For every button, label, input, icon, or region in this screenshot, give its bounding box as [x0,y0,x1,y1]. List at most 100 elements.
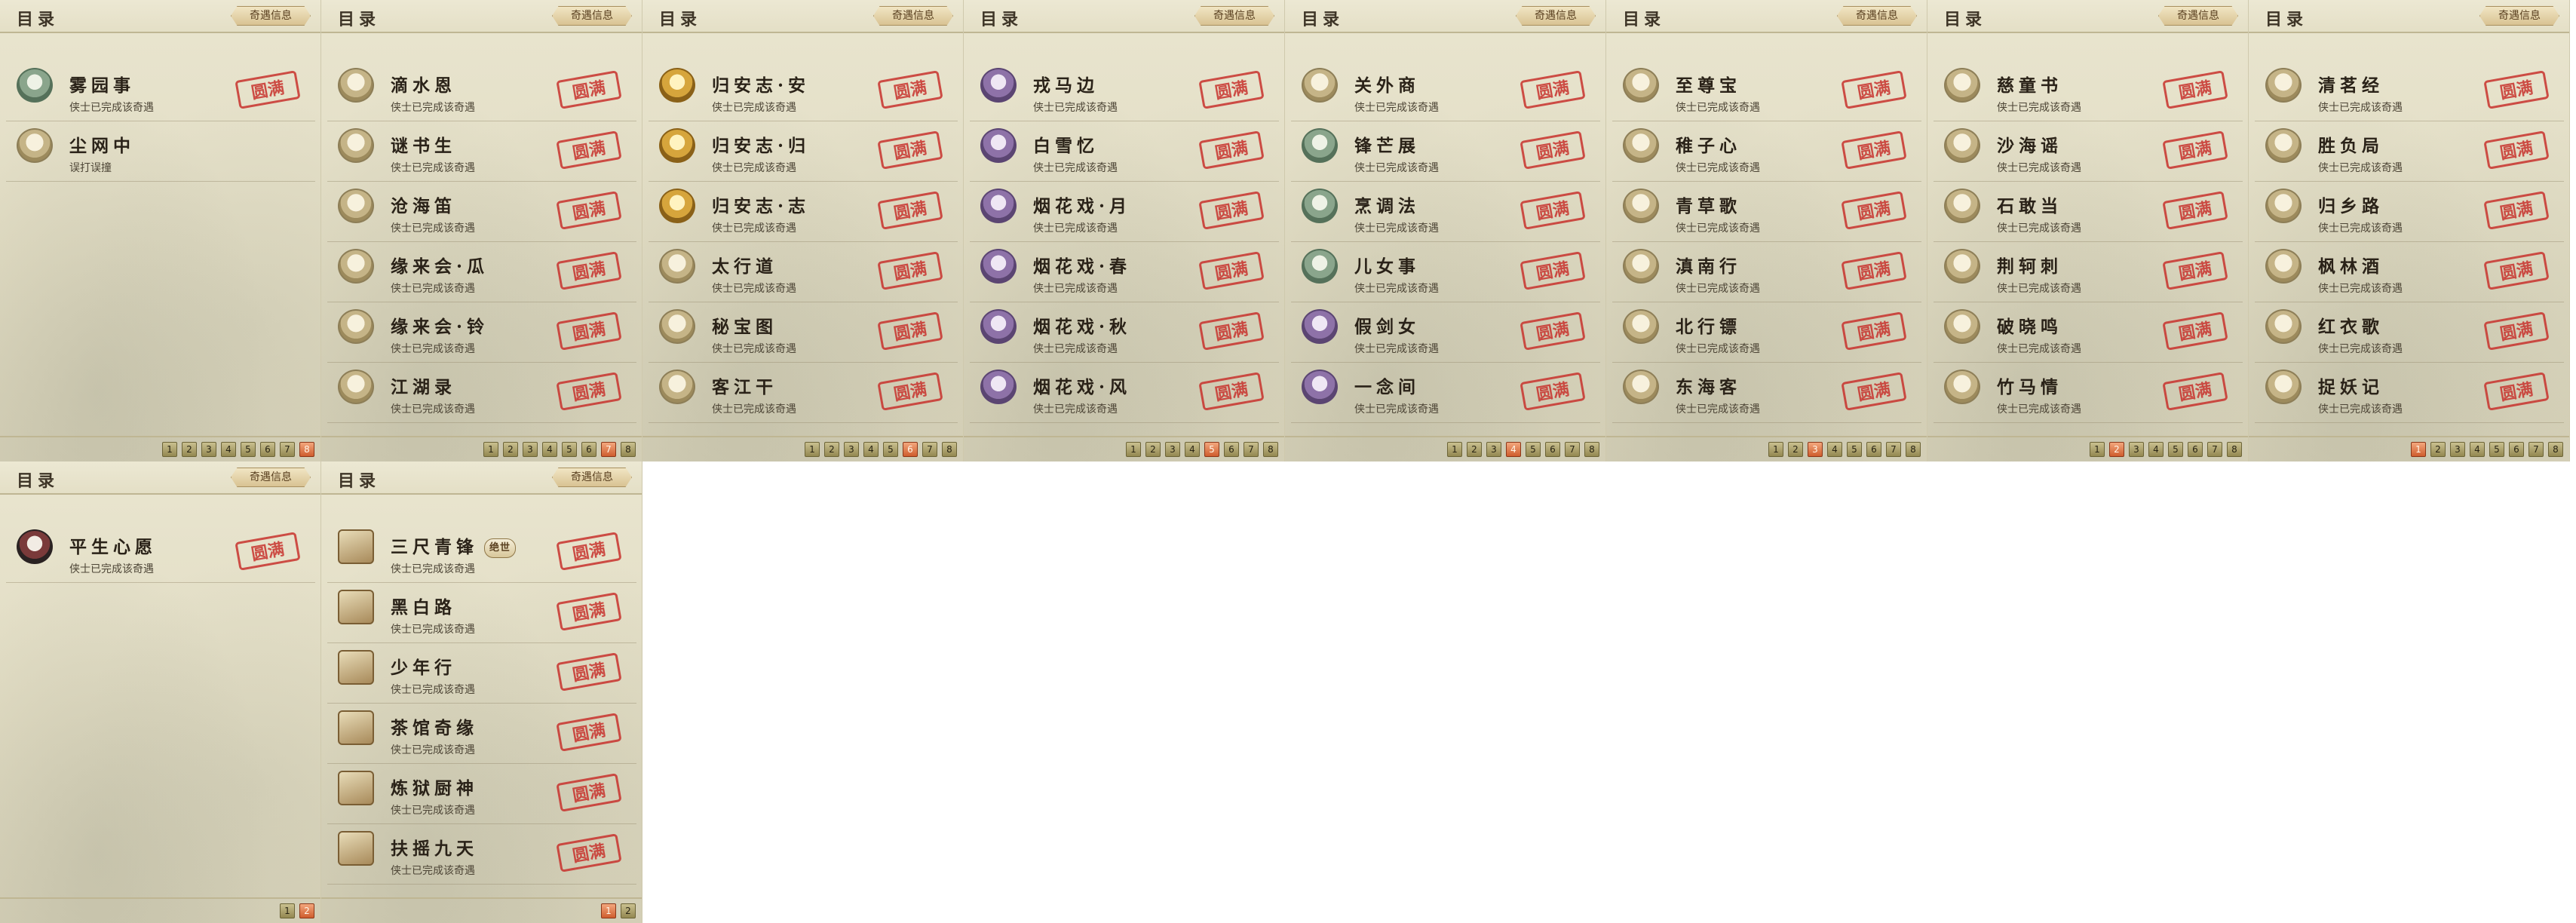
encounter-list-item[interactable]: 清茗经 侠士已完成该奇遇 圆满 [2255,60,2564,121]
encounter-info-button[interactable]: 奇遇信息 [2158,6,2238,26]
page-button[interactable]: 2 [1467,442,1482,457]
encounter-list-item[interactable]: 少年行 侠士已完成该奇遇 圆满 [327,642,636,704]
page-button[interactable]: 1 [1447,442,1462,457]
page-button[interactable]: 7 [280,442,295,457]
page-button[interactable]: 1 [1126,442,1141,457]
page-button[interactable]: 4 [221,442,236,457]
page-button[interactable]: 2 [824,442,839,457]
page-button[interactable]: 7 [601,442,616,457]
page-button[interactable]: 5 [562,442,577,457]
page-button[interactable]: 3 [1808,442,1823,457]
encounter-list-item[interactable]: 烟花戏·风 侠士已完成该奇遇 圆满 [970,362,1279,423]
page-button[interactable]: 4 [1506,442,1521,457]
page-button[interactable]: 6 [1224,442,1239,457]
page-button[interactable]: 5 [1526,442,1541,457]
page-button[interactable]: 4 [863,442,879,457]
page-button[interactable]: 3 [523,442,538,457]
encounter-list-item[interactable]: 捉妖记 侠士已完成该奇遇 圆满 [2255,362,2564,423]
encounter-info-button[interactable]: 奇遇信息 [552,6,632,26]
page-button[interactable]: 5 [1847,442,1862,457]
encounter-list-item[interactable]: 平生心愿 侠士已完成该奇遇 圆满 [6,522,315,583]
page-button[interactable]: 3 [844,442,859,457]
page-button[interactable]: 5 [883,442,898,457]
encounter-list-item[interactable]: 沙海谣 侠士已完成该奇遇 圆满 [1934,121,2243,182]
encounter-list-item[interactable]: 太行道 侠士已完成该奇遇 圆满 [649,241,958,302]
encounter-list-item[interactable]: 黑白路 侠士已完成该奇遇 圆满 [327,582,636,643]
page-button[interactable]: 8 [2548,442,2563,457]
encounter-list-item[interactable]: 炼狱厨神 侠士已完成该奇遇 圆满 [327,763,636,824]
page-button[interactable]: 3 [2450,442,2465,457]
page-button[interactable]: 8 [1263,442,1278,457]
encounter-list-item[interactable]: 谜书生 侠士已完成该奇遇 圆满 [327,121,636,182]
encounter-list-item[interactable]: 东海客 侠士已完成该奇遇 圆满 [1612,362,1921,423]
encounter-list-item[interactable]: 枫林酒 侠士已完成该奇遇 圆满 [2255,241,2564,302]
page-button[interactable]: 2 [503,442,518,457]
page-button[interactable]: 5 [2489,442,2504,457]
page-button[interactable]: 6 [581,442,596,457]
page-button[interactable]: 3 [1486,442,1501,457]
encounter-list-item[interactable]: 茶馆奇缘 侠士已完成该奇遇 圆满 [327,703,636,764]
encounter-list-item[interactable]: 雾园事 侠士已完成该奇遇 圆满 [6,60,315,121]
encounter-list-item[interactable]: 归乡路 侠士已完成该奇遇 圆满 [2255,181,2564,242]
page-button[interactable]: 4 [542,442,557,457]
page-button[interactable]: 7 [1886,442,1901,457]
encounter-list-item[interactable]: 归安志·归 侠士已完成该奇遇 圆满 [649,121,958,182]
encounter-list-item[interactable]: 关外商 侠士已完成该奇遇 圆满 [1291,60,1600,121]
encounter-info-button[interactable]: 奇遇信息 [2479,6,2559,26]
page-button[interactable]: 8 [2227,442,2242,457]
page-button[interactable]: 8 [1584,442,1599,457]
page-button[interactable]: 2 [621,903,636,918]
encounter-list-item[interactable]: 稚子心 侠士已完成该奇遇 圆满 [1612,121,1921,182]
page-button[interactable]: 4 [1185,442,1200,457]
page-button[interactable]: 6 [2188,442,2203,457]
encounter-list-item[interactable]: 烟花戏·春 侠士已完成该奇遇 圆满 [970,241,1279,302]
page-button[interactable]: 7 [922,442,937,457]
encounter-list-item[interactable]: 假剑女 侠士已完成该奇遇 圆满 [1291,302,1600,363]
page-button[interactable]: 1 [1768,442,1783,457]
encounter-list-item[interactable]: 客江干 侠士已完成该奇遇 圆满 [649,362,958,423]
page-button[interactable]: 5 [1204,442,1219,457]
page-button[interactable]: 1 [280,903,295,918]
encounter-list-item[interactable]: 秘宝图 侠士已完成该奇遇 圆满 [649,302,958,363]
page-button[interactable]: 5 [241,442,256,457]
page-button[interactable]: 2 [1145,442,1161,457]
encounter-list-item[interactable]: 江湖录 侠士已完成该奇遇 圆满 [327,362,636,423]
encounter-info-button[interactable]: 奇遇信息 [552,468,632,487]
page-button[interactable]: 1 [2411,442,2426,457]
encounter-list-item[interactable]: 烟花戏·秋 侠士已完成该奇遇 圆满 [970,302,1279,363]
encounter-list-item[interactable]: 北行镖 侠士已完成该奇遇 圆满 [1612,302,1921,363]
page-button[interactable]: 7 [2207,442,2222,457]
page-button[interactable]: 4 [2470,442,2485,457]
encounter-list-item[interactable]: 扶摇九天 侠士已完成该奇遇 圆满 [327,823,636,885]
page-button[interactable]: 6 [903,442,918,457]
encounter-list-item[interactable]: 至尊宝 侠士已完成该奇遇 圆满 [1612,60,1921,121]
encounter-list-item[interactable]: 归安志·安 侠士已完成该奇遇 圆满 [649,60,958,121]
page-button[interactable]: 2 [2430,442,2446,457]
encounter-list-item[interactable]: 缘来会·瓜 侠士已完成该奇遇 圆满 [327,241,636,302]
encounter-list-item[interactable]: 白雪忆 侠士已完成该奇遇 圆满 [970,121,1279,182]
page-button[interactable]: 6 [260,442,275,457]
encounter-list-item[interactable]: 滇南行 侠士已完成该奇遇 圆满 [1612,241,1921,302]
encounter-list-item[interactable]: 缘来会·铃 侠士已完成该奇遇 圆满 [327,302,636,363]
encounter-list-item[interactable]: 破晓鸣 侠士已完成该奇遇 圆满 [1934,302,2243,363]
page-button[interactable]: 6 [1545,442,1560,457]
encounter-info-button[interactable]: 奇遇信息 [231,6,311,26]
page-button[interactable]: 1 [162,442,177,457]
encounter-list-item[interactable]: 石敢当 侠士已完成该奇遇 圆满 [1934,181,2243,242]
page-button[interactable]: 2 [2109,442,2124,457]
page-button[interactable]: 1 [483,442,498,457]
encounter-list-item[interactable]: 三尺青锋 绝世 侠士已完成该奇遇 圆满 [327,522,636,583]
page-button[interactable]: 1 [2090,442,2105,457]
page-button[interactable]: 4 [2148,442,2164,457]
encounter-list-item[interactable]: 青草歌 侠士已完成该奇遇 圆满 [1612,181,1921,242]
encounter-list-item[interactable]: 烹调法 侠士已完成该奇遇 圆满 [1291,181,1600,242]
encounter-list-item[interactable]: 锋芒展 侠士已完成该奇遇 圆满 [1291,121,1600,182]
page-button[interactable]: 8 [299,442,314,457]
page-button[interactable]: 6 [2509,442,2524,457]
page-button[interactable]: 2 [299,903,314,918]
page-button[interactable]: 7 [1244,442,1259,457]
page-button[interactable]: 6 [1866,442,1881,457]
encounter-list-item[interactable]: 竹马情 侠士已完成该奇遇 圆满 [1934,362,2243,423]
encounter-list-item[interactable]: 荆轲刺 侠士已完成该奇遇 圆满 [1934,241,2243,302]
encounter-info-button[interactable]: 奇遇信息 [873,6,953,26]
